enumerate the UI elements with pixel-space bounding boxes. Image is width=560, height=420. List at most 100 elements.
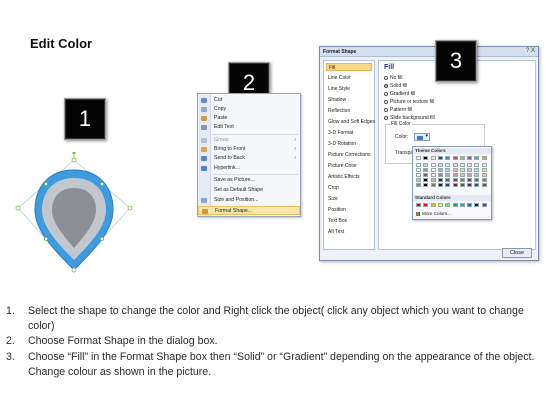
menu-item-copy[interactable]: Copy bbox=[198, 105, 300, 114]
radio-gradient-fill[interactable]: Gradient fill bbox=[384, 90, 415, 98]
color-swatch[interactable] bbox=[467, 156, 473, 160]
color-swatch[interactable] bbox=[452, 168, 458, 172]
standard-color-swatch[interactable] bbox=[459, 203, 465, 207]
nav-item-3d-format[interactable]: 3-D Format bbox=[326, 129, 372, 137]
nav-item-fill[interactable]: Fill bbox=[326, 63, 372, 71]
color-swatch[interactable] bbox=[430, 178, 436, 182]
handle-top-left[interactable] bbox=[44, 181, 49, 186]
handle-left[interactable] bbox=[15, 205, 21, 211]
nav-item-alt-text[interactable]: Alt Text bbox=[326, 228, 372, 236]
standard-color-swatch[interactable] bbox=[452, 203, 458, 207]
nav-item-picture-color[interactable]: Picture Color bbox=[326, 162, 372, 170]
color-swatch[interactable] bbox=[452, 183, 458, 187]
color-swatch[interactable] bbox=[416, 156, 421, 160]
color-swatch[interactable] bbox=[467, 168, 473, 172]
color-swatch[interactable] bbox=[445, 183, 451, 187]
handle-right[interactable] bbox=[127, 205, 133, 211]
close-button[interactable]: Close bbox=[502, 248, 532, 258]
menu-item-format-shape[interactable]: Format Shape... bbox=[198, 206, 300, 215]
handle-top[interactable] bbox=[71, 157, 77, 163]
menu-item-set-default-shape[interactable]: Set as Default Shape bbox=[198, 186, 300, 195]
radio-picture-fill[interactable]: Picture or texture fill bbox=[384, 98, 434, 106]
handle-bottom-left[interactable] bbox=[44, 237, 49, 242]
color-swatch[interactable] bbox=[437, 156, 443, 160]
standard-color-swatch[interactable] bbox=[467, 203, 473, 207]
menu-item-edit-text[interactable]: Edit Text bbox=[198, 123, 300, 132]
color-swatch[interactable] bbox=[467, 183, 473, 187]
color-swatch[interactable] bbox=[423, 183, 429, 187]
handle-bottom[interactable] bbox=[71, 267, 77, 273]
color-swatch[interactable] bbox=[437, 183, 443, 187]
color-swatch[interactable] bbox=[459, 183, 465, 187]
color-swatch[interactable] bbox=[430, 183, 436, 187]
color-swatch[interactable] bbox=[459, 173, 465, 177]
color-swatch[interactable] bbox=[481, 168, 487, 172]
color-swatch[interactable] bbox=[481, 183, 487, 187]
color-swatch[interactable] bbox=[430, 173, 436, 177]
color-swatch[interactable] bbox=[474, 156, 480, 160]
color-swatch[interactable] bbox=[474, 173, 480, 177]
color-swatch[interactable] bbox=[459, 168, 465, 172]
color-swatch[interactable] bbox=[459, 163, 465, 167]
color-swatch[interactable] bbox=[474, 163, 480, 167]
nav-item-picture-corrections[interactable]: Picture Corrections bbox=[326, 151, 372, 159]
color-swatch[interactable] bbox=[481, 173, 487, 177]
color-picker-button[interactable]: ▾ bbox=[414, 133, 430, 141]
color-swatch[interactable] bbox=[481, 156, 487, 160]
color-swatch[interactable] bbox=[445, 173, 451, 177]
color-swatch[interactable] bbox=[481, 178, 487, 182]
standard-color-swatch[interactable] bbox=[445, 203, 451, 207]
color-swatch[interactable] bbox=[437, 163, 443, 167]
color-swatch[interactable] bbox=[416, 173, 421, 177]
nav-item-artistic-effects[interactable]: Artistic Effects bbox=[326, 173, 372, 181]
nav-item-3d-rotation[interactable]: 3-D Rotation bbox=[326, 140, 372, 148]
menu-item-paste[interactable]: Paste bbox=[198, 114, 300, 123]
menu-item-bring-to-front[interactable]: Bring to Front › bbox=[198, 145, 300, 154]
nav-item-shadow[interactable]: Shadow bbox=[326, 96, 372, 104]
color-swatch[interactable] bbox=[445, 168, 451, 172]
color-swatch[interactable] bbox=[452, 163, 458, 167]
nav-item-line-color[interactable]: Line Color bbox=[326, 74, 372, 82]
standard-color-swatch[interactable] bbox=[416, 203, 421, 207]
color-swatch[interactable] bbox=[474, 168, 480, 172]
nav-item-size[interactable]: Size bbox=[326, 195, 372, 203]
more-colors-link[interactable]: More Colors... bbox=[416, 211, 451, 216]
standard-color-swatch[interactable] bbox=[437, 203, 443, 207]
menu-item-size-and-position[interactable]: Size and Position... bbox=[198, 196, 300, 205]
color-swatch[interactable] bbox=[416, 183, 421, 187]
color-swatch[interactable] bbox=[416, 168, 421, 172]
standard-color-swatch[interactable] bbox=[474, 203, 480, 207]
color-swatch[interactable] bbox=[467, 173, 473, 177]
color-swatch[interactable] bbox=[459, 156, 465, 160]
nav-item-position[interactable]: Position bbox=[326, 206, 372, 214]
color-swatch[interactable] bbox=[445, 156, 451, 160]
color-swatch[interactable] bbox=[459, 178, 465, 182]
color-swatch[interactable] bbox=[430, 168, 436, 172]
handle-top-right[interactable] bbox=[100, 181, 105, 186]
color-swatch[interactable] bbox=[474, 178, 480, 182]
color-swatch[interactable] bbox=[467, 178, 473, 182]
color-swatch[interactable] bbox=[423, 156, 429, 160]
color-swatch[interactable] bbox=[423, 178, 429, 182]
color-swatch[interactable] bbox=[437, 173, 443, 177]
nav-item-line-style[interactable]: Line Style bbox=[326, 85, 372, 93]
color-swatch[interactable] bbox=[430, 156, 436, 160]
standard-color-swatch[interactable] bbox=[423, 203, 429, 207]
radio-solid-fill[interactable]: Solid fill bbox=[384, 82, 407, 90]
color-swatch[interactable] bbox=[423, 168, 429, 172]
dialog-title-controls[interactable]: ? X bbox=[526, 48, 535, 54]
nav-item-crop[interactable]: Crop bbox=[326, 184, 372, 192]
color-swatch[interactable] bbox=[474, 183, 480, 187]
color-swatch[interactable] bbox=[423, 173, 429, 177]
color-swatch[interactable] bbox=[437, 168, 443, 172]
nav-item-glow[interactable]: Glow and Soft Edges bbox=[326, 118, 375, 126]
color-swatch[interactable] bbox=[452, 156, 458, 160]
rotate-handle[interactable] bbox=[72, 152, 76, 155]
color-swatch[interactable] bbox=[481, 163, 487, 167]
color-swatch[interactable] bbox=[467, 163, 473, 167]
color-swatch[interactable] bbox=[423, 163, 429, 167]
handle-bottom-right[interactable] bbox=[100, 237, 105, 242]
nav-item-reflection[interactable]: Reflection bbox=[326, 107, 372, 115]
nav-item-text-box[interactable]: Text Box bbox=[326, 217, 372, 225]
color-swatch[interactable] bbox=[452, 173, 458, 177]
